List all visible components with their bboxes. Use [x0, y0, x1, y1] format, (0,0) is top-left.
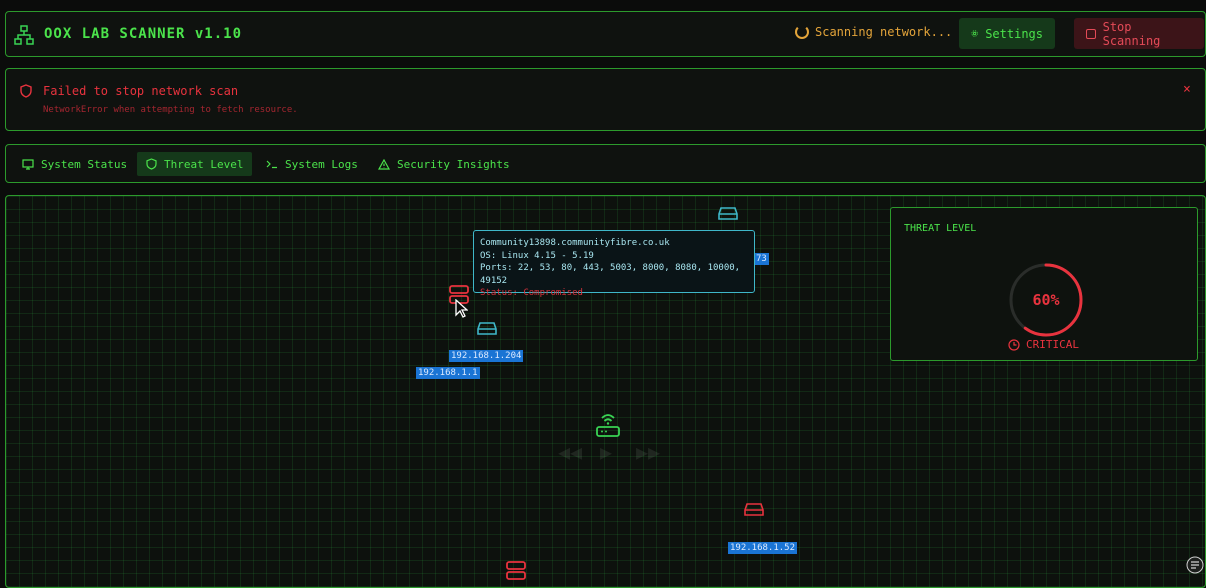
server-node-icon[interactable] — [505, 560, 527, 582]
shield-alert-icon — [20, 84, 32, 98]
scan-status: Scanning network... — [795, 25, 952, 39]
device-node-icon[interactable] — [743, 501, 765, 517]
terminal-icon — [266, 160, 277, 169]
network-icon — [14, 25, 34, 45]
tab-system-status[interactable]: System Status — [13, 152, 136, 176]
tab-bar: System Status Threat Level System Logs S… — [5, 144, 1206, 183]
ip-label: 192.168.1.204 — [449, 350, 524, 362]
tab-label: Threat Level — [164, 157, 244, 171]
threat-percentage: 60% — [1032, 291, 1060, 309]
stop-scanning-button[interactable]: Stop Scanning — [1074, 18, 1204, 49]
error-banner: Failed to stop network scan NetworkError… — [5, 68, 1206, 131]
error-title: Failed to stop network scan — [43, 84, 239, 98]
ip-label: 192.168.1.1 — [416, 367, 480, 379]
play-icon: ▶ — [600, 440, 613, 464]
ip-label: 73 — [754, 253, 769, 265]
threat-level-panel: THREAT LEVEL 60% CRITICAL — [890, 207, 1198, 361]
close-icon[interactable]: × — [1183, 82, 1191, 97]
network-map[interactable]: ◀◀ ▶ ▶▶ 192.168.1.204 192.168.1.1 192.16… — [5, 195, 1206, 588]
settings-label: Settings — [985, 26, 1043, 41]
tab-security-insights[interactable]: Security Insights — [369, 152, 519, 176]
rewind-icon: ◀◀ — [558, 440, 583, 464]
device-node-icon[interactable] — [717, 205, 739, 221]
chat-icon[interactable] — [1186, 556, 1204, 574]
tab-label: System Logs — [285, 157, 358, 171]
tooltip-ports: Ports: 22, 53, 80, 443, 5003, 8000, 8080… — [480, 263, 741, 286]
tooltip-os: OS: Linux 4.15 - 5.19 — [480, 250, 594, 261]
cursor-icon — [455, 299, 468, 318]
gear-icon — [971, 30, 978, 37]
router-node-icon[interactable] — [594, 410, 622, 440]
error-message: NetworkError when attempting to fetch re… — [43, 105, 298, 115]
tab-label: System Status — [41, 157, 128, 171]
tab-threat-level[interactable]: Threat Level — [137, 152, 253, 176]
tooltip-host: Community13898.communityfibre.co.uk — [480, 238, 670, 248]
stop-icon — [1086, 28, 1096, 39]
host-tooltip: Community13898.communityfibre.co.uk OS: … — [473, 230, 755, 298]
threat-title: THREAT LEVEL — [904, 223, 977, 234]
tab-system-logs[interactable]: System Logs — [257, 152, 367, 176]
tooltip-status: Status: Compromised — [480, 288, 583, 298]
monitor-icon — [22, 158, 34, 170]
ip-label: 192.168.1.52 — [728, 542, 798, 554]
device-node-icon[interactable] — [476, 320, 498, 336]
threat-level-label: CRITICAL — [1026, 338, 1079, 351]
shield-icon — [146, 158, 157, 170]
clock-icon — [1008, 338, 1020, 351]
warning-icon — [378, 158, 390, 170]
app-header: OOX LAB SCANNER v1.10 Scanning network..… — [5, 11, 1206, 57]
tab-label: Security Insights — [397, 157, 510, 171]
spinner-icon — [795, 25, 809, 39]
forward-icon: ▶▶ — [636, 440, 661, 464]
app-title: OOX LAB SCANNER v1.10 — [44, 26, 243, 42]
settings-button[interactable]: Settings — [959, 18, 1055, 49]
stop-label: Stop Scanning — [1102, 19, 1161, 48]
scan-status-text: Scanning network... — [815, 25, 953, 39]
threat-level-status: CRITICAL — [1008, 338, 1079, 351]
